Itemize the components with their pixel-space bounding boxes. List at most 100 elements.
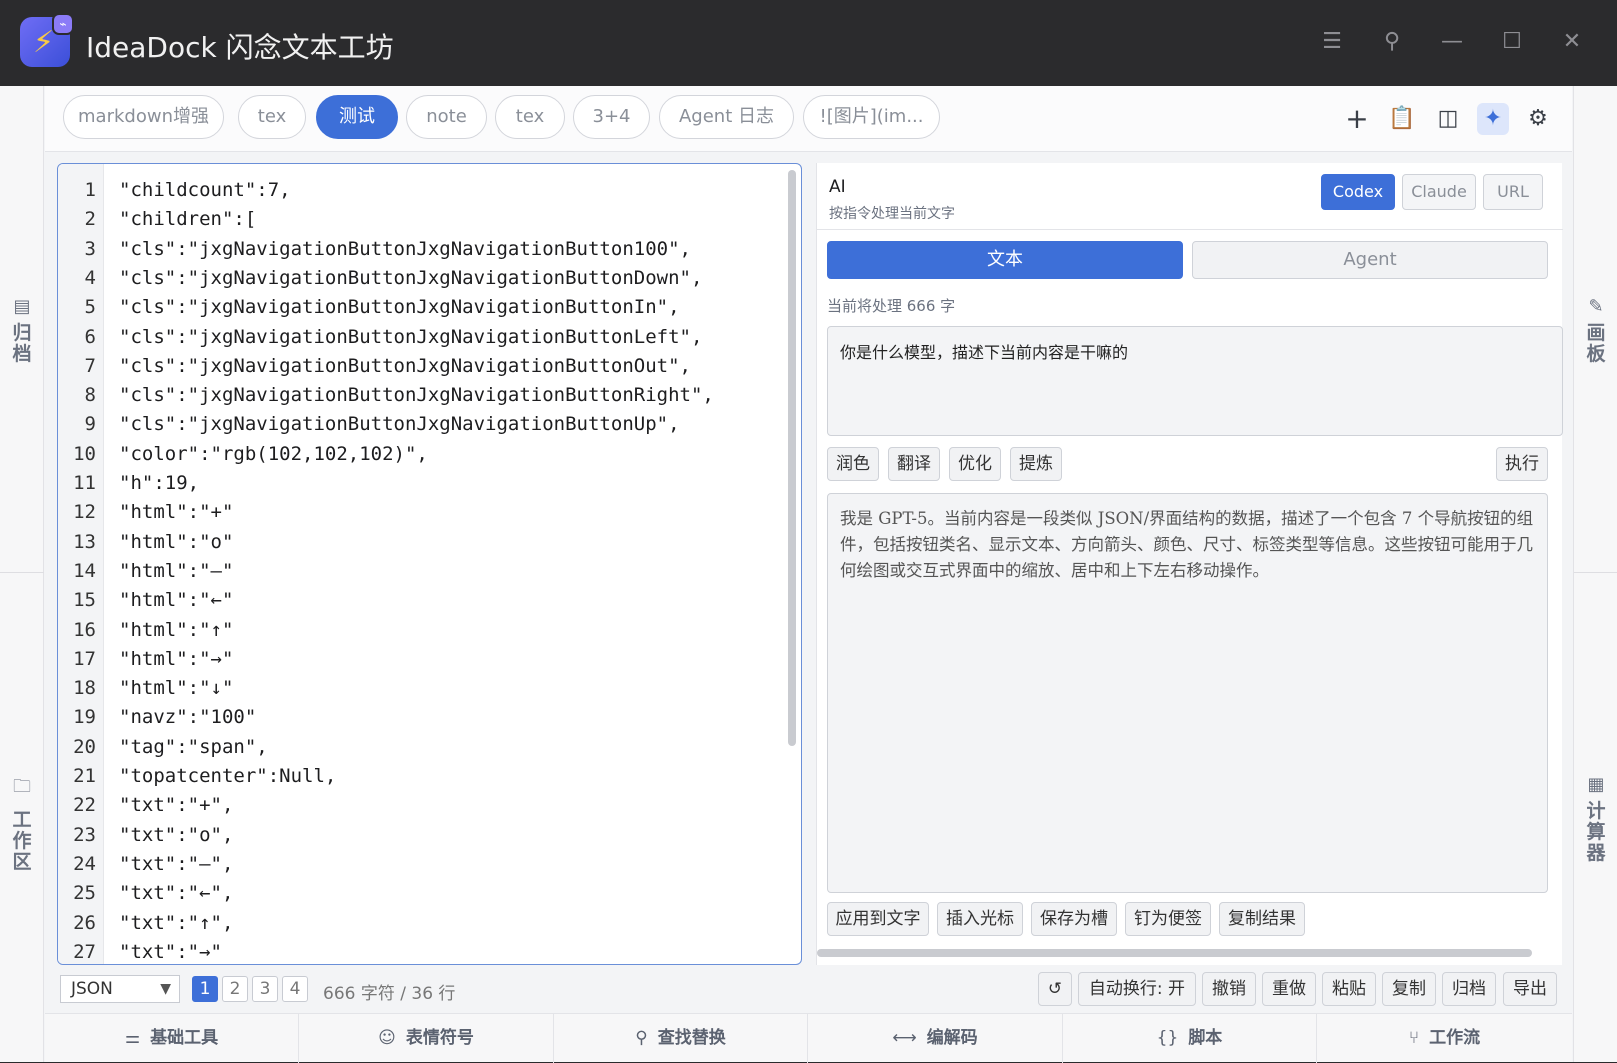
- copy-button[interactable]: 复制: [1382, 972, 1436, 1006]
- clipboard-icon[interactable]: 📋: [1386, 103, 1418, 135]
- tool-tab-find-replace[interactable]: ⚲ 查找替换: [554, 1014, 808, 1063]
- menu-icon[interactable]: ☰: [1316, 26, 1348, 58]
- line-number: 15: [73, 589, 96, 612]
- tool-tab-workflow[interactable]: ⑂ 工作流: [1317, 1014, 1572, 1063]
- page-button-4[interactable]: 4: [282, 976, 308, 1002]
- divider: [817, 229, 1563, 230]
- tool-tab-emoji[interactable]: ☺ 表情符号: [299, 1014, 554, 1063]
- code-line: "navz":"100": [119, 706, 257, 729]
- provider-url-button[interactable]: URL: [1483, 174, 1543, 210]
- word-wrap-button[interactable]: 自动换行: 开: [1078, 972, 1196, 1006]
- line-number: 14: [73, 559, 96, 582]
- pending-char-info: 当前将处理 666 字: [827, 297, 956, 315]
- tool-tab-script[interactable]: {} 脚本: [1063, 1014, 1317, 1063]
- page-button-3[interactable]: 3: [252, 976, 278, 1002]
- tab-test[interactable]: 测试: [316, 95, 398, 139]
- code-line: "cls":"jxgNavigationButtonJxgNavigationB…: [119, 354, 691, 377]
- provider-codex-button[interactable]: Codex: [1321, 174, 1395, 210]
- tool-tab-label: 表情符号: [405, 1028, 474, 1048]
- tab-image[interactable]: ![图片](im...: [803, 95, 940, 139]
- pin-as-note-button[interactable]: 钉为便签: [1125, 902, 1211, 936]
- paste-button[interactable]: 粘贴: [1322, 972, 1376, 1006]
- rail-item-canvas[interactable]: ✎ 画板: [1574, 296, 1617, 365]
- rail-item-workspace[interactable]: 🗀 工作区: [0, 774, 44, 873]
- line-number: 24: [73, 852, 96, 875]
- line-number: 19: [73, 706, 96, 729]
- rail-divider: [0, 572, 44, 573]
- mode-agent-button[interactable]: Agent: [1192, 241, 1548, 279]
- minimize-icon[interactable]: —: [1436, 26, 1468, 58]
- copy-result-button[interactable]: 复制结果: [1219, 902, 1305, 936]
- line-number: 13: [73, 530, 96, 553]
- ai-horizontal-scrollbar[interactable]: [817, 949, 1532, 957]
- translate-button[interactable]: 翻译: [888, 447, 940, 481]
- chevron-down-icon: ▼: [160, 981, 171, 997]
- line-number: 18: [73, 677, 96, 700]
- pin-icon[interactable]: ⚲: [1376, 26, 1408, 58]
- extract-button[interactable]: 提炼: [1010, 447, 1062, 481]
- bottom-tool-bar: ⚌ 基础工具 ☺ 表情符号 ⚲ 查找替换 ⟷ 编解码 {} 脚本 ⑂ 工作流: [45, 1013, 1572, 1063]
- prompt-input[interactable]: 你是什么模型，描述下当前内容是干嘛的: [827, 326, 1563, 436]
- code-line: "html":"↑": [119, 618, 234, 641]
- tab-agent-log[interactable]: Agent 日志: [659, 95, 794, 139]
- left-rail: ▤ 归档 🗀 工作区: [0, 86, 44, 1062]
- provider-claude-button[interactable]: Claude: [1402, 174, 1476, 210]
- ai-sparkle-icon[interactable]: ✦: [1477, 103, 1509, 135]
- refresh-icon[interactable]: ↺: [1038, 972, 1072, 1006]
- maximize-icon[interactable]: ☐: [1496, 26, 1528, 58]
- code-line: "cls":"jxgNavigationButtonJxgNavigationB…: [119, 413, 680, 436]
- document-tab-bar: markdown增强 tex 测试 note tex 3+4 Agent 日志 …: [45, 86, 1572, 152]
- split-view-icon[interactable]: ◫: [1432, 103, 1464, 135]
- save-as-slot-button[interactable]: 保存为槽: [1031, 902, 1117, 936]
- line-number: 7: [84, 354, 96, 377]
- line-number: 10: [73, 442, 96, 465]
- code-line: "topatcenter":Null,: [119, 765, 337, 787]
- line-number: 4: [84, 266, 96, 289]
- tab-markdown[interactable]: markdown增强: [63, 95, 224, 139]
- tab-tex[interactable]: tex: [238, 95, 306, 139]
- code-line: "html":"–": [119, 559, 234, 582]
- apply-to-text-button[interactable]: 应用到文字: [827, 902, 929, 936]
- tab-3plus4[interactable]: 3+4: [573, 95, 650, 139]
- line-number-gutter: 1 2 3 4 5 6 7 8 9 10 11 12 13 14 15 16 17 18 19 20 21 22 23 24 2…: [58, 164, 104, 964]
- tool-tab-basic[interactable]: ⚌ 基础工具: [45, 1014, 299, 1063]
- tool-tab-codec[interactable]: ⟷ 编解码: [808, 1014, 1063, 1063]
- code-line: "html":"+": [119, 501, 234, 524]
- line-number: 6: [84, 325, 96, 348]
- code-line: "txt":"o",: [119, 823, 234, 846]
- rail-item-archive[interactable]: ▤ 归档: [0, 296, 44, 365]
- code-line: "txt":"+",: [119, 794, 234, 817]
- tab-note[interactable]: note: [406, 95, 487, 139]
- tool-tab-label: 查找替换: [657, 1028, 726, 1048]
- settings-gear-icon[interactable]: ⚙: [1522, 103, 1554, 135]
- code-line: "txt":"←",: [119, 882, 234, 905]
- archive-box-icon: ▤: [13, 296, 31, 317]
- ai-result-output[interactable]: 我是 GPT-5。当前内容是一段类似 JSON/界面结构的数据，描述了一个包含 …: [827, 493, 1548, 893]
- export-button[interactable]: 导出: [1503, 972, 1557, 1006]
- code-editor[interactable]: 1 2 3 4 5 6 7 8 9 10 11 12 13 14 15 16 17 18 19 20 21 22 23 24 2…: [57, 163, 802, 965]
- archive-button[interactable]: 归档: [1442, 972, 1496, 1006]
- page-button-2[interactable]: 2: [222, 976, 248, 1002]
- editor-vertical-scrollbar[interactable]: [788, 170, 796, 746]
- execute-button[interactable]: 执行: [1496, 447, 1548, 481]
- language-select[interactable]: JSON ▼: [60, 975, 180, 1003]
- line-number: 9: [84, 413, 96, 436]
- tab-tex-2[interactable]: tex: [495, 95, 565, 139]
- tool-tab-label: 工作流: [1429, 1028, 1481, 1048]
- code-line: "cls":"jxgNavigationButtonJxgNavigationB…: [119, 325, 703, 348]
- insert-at-cursor-button[interactable]: 插入光标: [937, 902, 1023, 936]
- mode-text-button[interactable]: 文本: [827, 241, 1183, 279]
- code-line: "cls":"jxgNavigationButtonJxgNavigationB…: [119, 266, 703, 289]
- rail-item-calculator[interactable]: ▦ 计算器: [1574, 774, 1617, 864]
- rail-label: 画板: [1586, 322, 1606, 365]
- optimize-button[interactable]: 优化: [949, 447, 1001, 481]
- polish-button[interactable]: 润色: [827, 447, 879, 481]
- plus-icon[interactable]: +: [1341, 103, 1373, 135]
- undo-button[interactable]: 撤销: [1202, 972, 1256, 1006]
- redo-button[interactable]: 重做: [1262, 972, 1316, 1006]
- page-button-1[interactable]: 1: [192, 976, 218, 1002]
- app-title: IdeaDock 闪念文本工坊: [86, 31, 394, 64]
- close-icon[interactable]: ✕: [1556, 26, 1588, 58]
- code-line: "txt":"–",: [119, 852, 234, 875]
- calculator-icon: ▦: [1587, 774, 1605, 795]
